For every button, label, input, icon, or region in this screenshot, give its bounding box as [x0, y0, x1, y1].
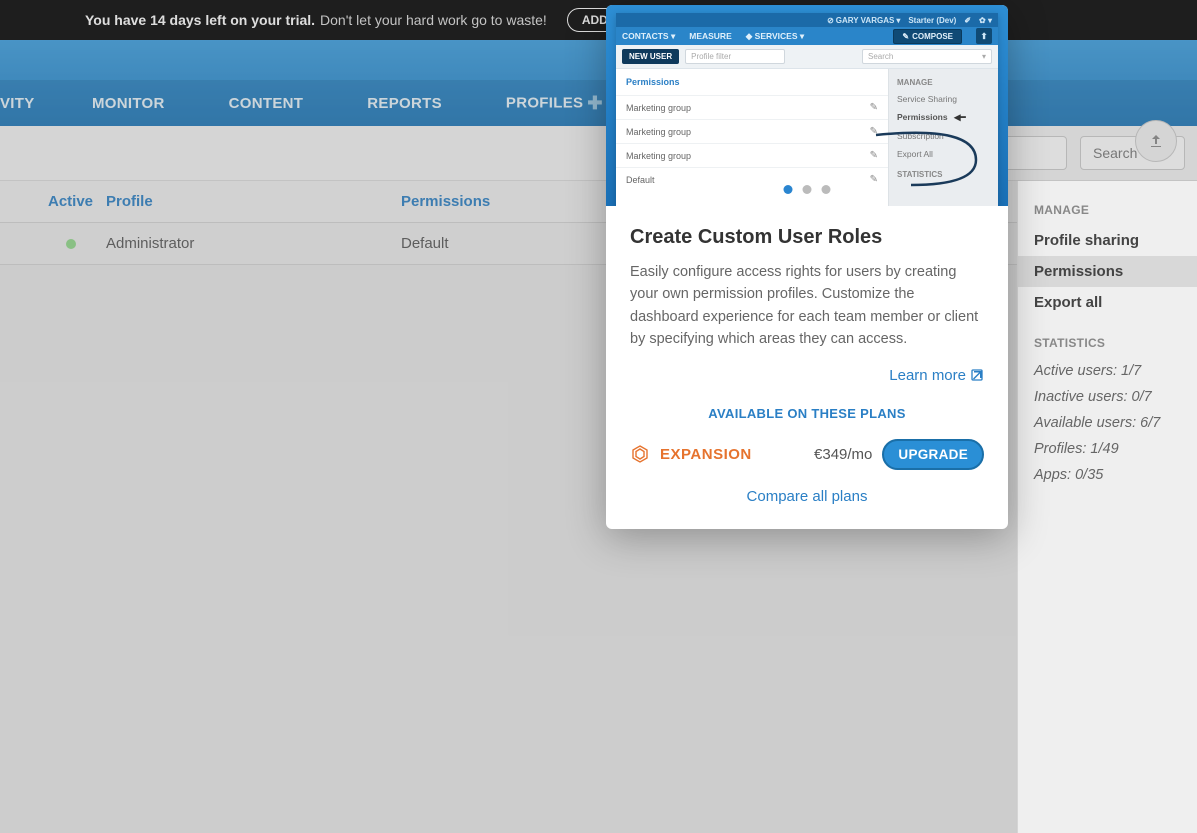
mock-row: Default✎: [616, 167, 888, 191]
dot-3[interactable]: [822, 185, 831, 194]
mock-manage-title: MANAGE: [889, 75, 998, 90]
mock-nav-measure: MEASURE: [689, 31, 732, 41]
col-active[interactable]: Active: [48, 193, 106, 210]
mock-profile-filter: Profile filter: [685, 49, 785, 64]
mock-row: Marketing group✎: [616, 119, 888, 143]
compare-plans-link[interactable]: Compare all plans: [630, 488, 984, 505]
mock-pencil-icon: ✐: [964, 16, 971, 25]
dot-1[interactable]: [784, 185, 793, 194]
mock-row: Marketing group✎: [616, 95, 888, 119]
trial-banner: You have 14 days left on your trial. Don…: [0, 0, 1197, 40]
upsell-modal: ⊘ GARY VARGAS ▾ Starter (Dev) ✐ ✿ ▾ CONT…: [606, 5, 1008, 529]
modal-description: Easily configure access rights for users…: [630, 261, 984, 351]
dot-2[interactable]: [803, 185, 812, 194]
mock-gear-icon: ✿ ▾: [979, 16, 992, 25]
sidebar-manage-title: MANAGE: [1018, 195, 1197, 225]
mock-user: ⊘ GARY VARGAS ▾: [827, 16, 900, 25]
upgrade-button[interactable]: UPGRADE: [882, 439, 984, 470]
edit-icon: ✎: [870, 102, 878, 113]
trial-days-text: You have 14 days left on your trial.: [85, 12, 315, 28]
trial-subtext: Don't let your hard work go to waste!: [320, 12, 547, 28]
external-link-icon: [970, 368, 984, 382]
header-gradient: VITY MONITOR CONTENT REPORTS PROFILES✚: [0, 40, 1197, 126]
row-profile: Administrator: [106, 235, 401, 252]
plus-icon: ✚: [587, 93, 602, 113]
stat-profiles: Profiles: 1/49: [1018, 436, 1197, 462]
nav-tab-activity[interactable]: VITY: [0, 95, 60, 112]
sidebar-item-profile-sharing[interactable]: Profile sharing: [1018, 225, 1197, 256]
sidebar-item-permissions[interactable]: Permissions: [1018, 256, 1197, 287]
stat-active-users: Active users: 1/7: [1018, 358, 1197, 384]
plan-name: EXPANSION: [660, 446, 752, 463]
plans-title: AVAILABLE ON THESE PLANS: [630, 406, 984, 421]
main-nav: VITY MONITOR CONTENT REPORTS PROFILES✚: [0, 80, 1197, 126]
modal-title: Create Custom User Roles: [630, 226, 984, 249]
mock-upload-icon: ⬆: [976, 28, 992, 44]
carousel-dots: [784, 185, 831, 194]
plan-icon: [630, 444, 650, 464]
mock-new-user-button: NEW USER: [622, 49, 679, 64]
mock-permissions-title: Permissions: [616, 69, 888, 95]
stat-available-users: Available users: 6/7: [1018, 410, 1197, 436]
col-profile[interactable]: Profile: [106, 193, 401, 210]
right-sidebar: MANAGE Profile sharing Permissions Expor…: [1017, 181, 1197, 833]
nav-tab-profiles-label: PROFILES: [506, 94, 583, 111]
mock-nav-services: ◆ SERVICES ▾: [746, 31, 804, 42]
learn-more-link[interactable]: Learn more: [630, 367, 984, 384]
nav-tab-monitor[interactable]: MONITOR: [60, 95, 197, 112]
plan-row: EXPANSION €349/mo UPGRADE: [630, 439, 984, 470]
mock-manage-item: Service Sharing: [889, 90, 998, 108]
upload-button[interactable]: [1135, 120, 1177, 162]
mock-nav-contacts: CONTACTS ▾: [622, 31, 675, 42]
nav-tab-reports[interactable]: REPORTS: [335, 95, 474, 112]
stat-apps: Apps: 0/35: [1018, 462, 1197, 488]
modal-hero: ⊘ GARY VARGAS ▾ Starter (Dev) ✐ ✿ ▾ CONT…: [606, 5, 1008, 206]
plan-price: €349/mo: [814, 446, 872, 463]
mock-search: Search▾: [862, 49, 992, 64]
stat-inactive-users: Inactive users: 0/7: [1018, 384, 1197, 410]
sidebar-stats-title: STATISTICS: [1018, 328, 1197, 358]
arrow-annotation: [871, 120, 991, 190]
nav-tab-content[interactable]: CONTENT: [197, 95, 336, 112]
mock-compose-button: ✎ COMPOSE: [893, 29, 962, 44]
sidebar-item-export-all[interactable]: Export all: [1018, 287, 1197, 318]
active-indicator-icon: [66, 239, 76, 249]
search-placeholder: Search: [1093, 145, 1137, 161]
mock-env: Starter (Dev): [908, 16, 956, 25]
mock-row: Marketing group✎: [616, 143, 888, 167]
toolbar: Search: [0, 126, 1197, 181]
